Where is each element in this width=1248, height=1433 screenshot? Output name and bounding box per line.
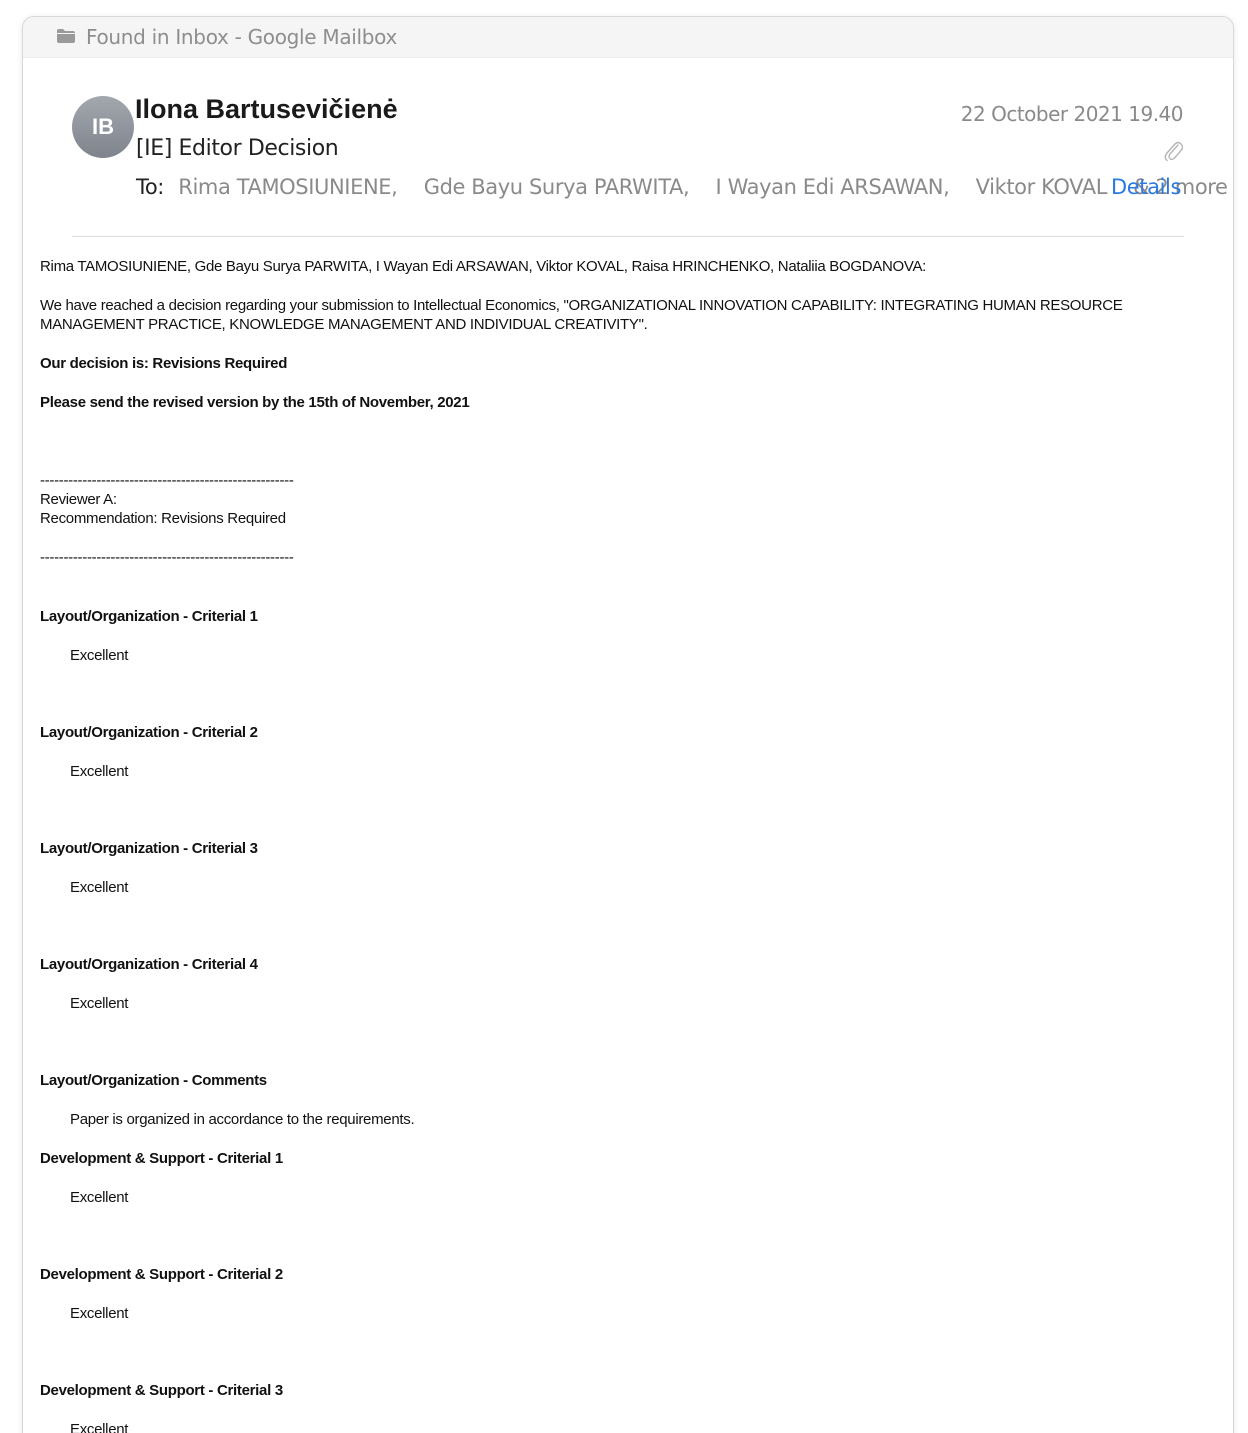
- section-value: Excellent: [70, 1421, 129, 1433]
- section-heading: Layout/Organization - Criterial 3: [40, 840, 258, 857]
- deadline-line: Please send the revised version by the 1…: [40, 394, 470, 411]
- mailbox-bar: Found in Inbox - Google Mailbox: [23, 17, 1233, 58]
- avatar: IB: [72, 96, 134, 158]
- section-heading: Layout/Organization - Criterial 1: [40, 608, 258, 625]
- mail-window: Found in Inbox - Google Mailbox IB Ilona…: [22, 16, 1234, 1433]
- recipient[interactable]: Rima TAMOSIUNIENE,: [178, 175, 398, 199]
- section-value: Excellent: [70, 1305, 129, 1322]
- section-heading: Layout/Organization - Criterial 2: [40, 724, 258, 741]
- recipient[interactable]: Viktor KOVAL: [976, 175, 1108, 199]
- folder-icon: [57, 29, 75, 43]
- addressees: Rima TAMOSIUNIENE, Gde Bayu Surya PARWIT…: [40, 258, 927, 275]
- recipient[interactable]: I Wayan Edi ARSAWAN,: [716, 175, 950, 199]
- paperclip-icon: [1164, 141, 1183, 162]
- section-heading: Development & Support - Criterial 1: [40, 1150, 283, 1167]
- reviewer-label: Reviewer A:: [40, 491, 117, 508]
- section-heading: Development & Support - Criterial 3: [40, 1382, 283, 1399]
- details-link[interactable]: Details: [1111, 175, 1181, 199]
- recipient[interactable]: Gde Bayu Surya PARWITA,: [424, 175, 690, 199]
- recipients-row: To: Rima TAMOSIUNIENE, Gde Bayu Surya PA…: [136, 175, 1228, 199]
- separator: ----------------------------------------…: [40, 549, 294, 566]
- intro-paragraph: We have reached a decision regarding you…: [40, 297, 1123, 333]
- section-value: Excellent: [70, 879, 129, 896]
- separator: ----------------------------------------…: [40, 472, 294, 489]
- section-heading: Layout/Organization - Comments: [40, 1072, 267, 1089]
- mailbox-label: Found in Inbox - Google Mailbox: [86, 25, 398, 49]
- section-value: Paper is organized in accordance to the …: [70, 1111, 415, 1128]
- section-heading: Development & Support - Criterial 2: [40, 1266, 283, 1283]
- sender-name: Ilona Bartusevičienė: [135, 94, 398, 124]
- decision-line: Our decision is: Revisions Required: [40, 355, 288, 372]
- header-divider: [72, 236, 1184, 237]
- recommendation-line: Recommendation: Revisions Required: [40, 510, 286, 527]
- section-value: Excellent: [70, 647, 129, 664]
- message-body: Rima TAMOSIUNIENE, Gde Bayu Surya PARWIT…: [40, 257, 1200, 1433]
- to-label: To:: [136, 175, 164, 199]
- section-value: Excellent: [70, 995, 129, 1012]
- message-date: 22 October 2021 19.40: [960, 102, 1184, 126]
- section-heading: Layout/Organization - Criterial 4: [40, 956, 258, 973]
- message-subject: [IE] Editor Decision: [136, 136, 339, 161]
- section-value: Excellent: [70, 1189, 129, 1206]
- section-value: Excellent: [70, 763, 129, 780]
